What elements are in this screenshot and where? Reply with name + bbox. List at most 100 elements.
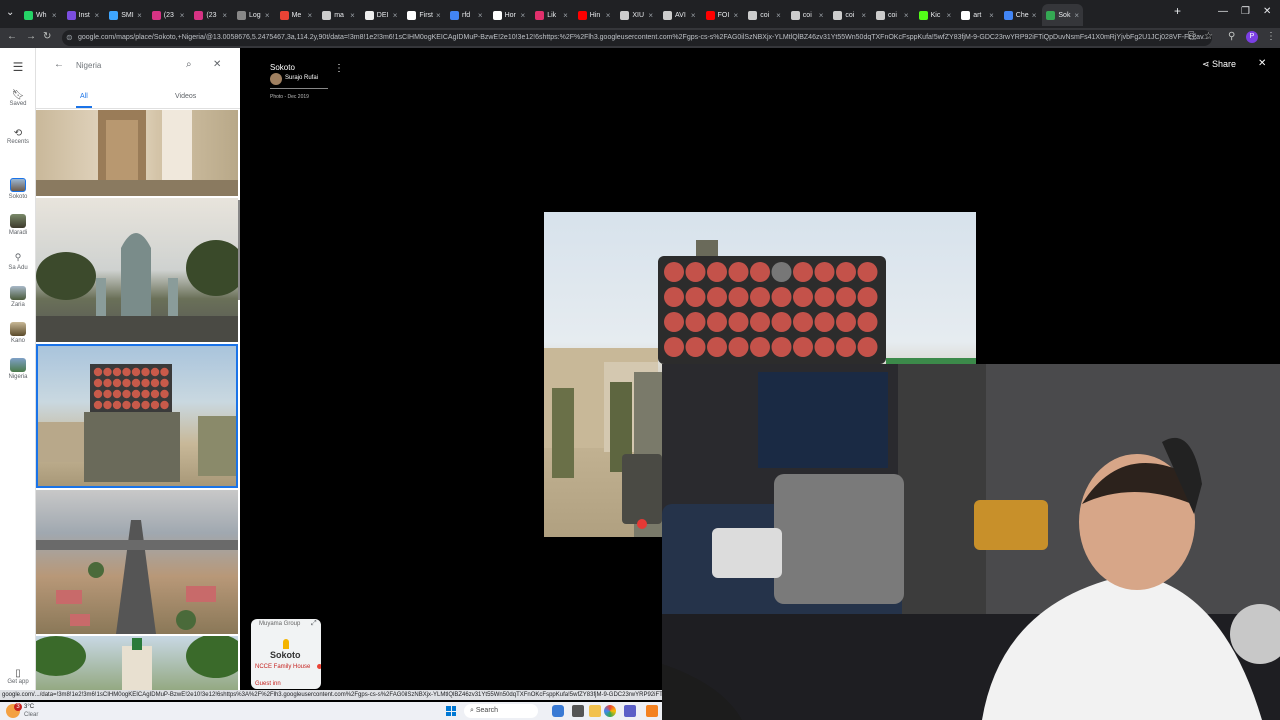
taskbar-search[interactable]: ⌕ Search bbox=[464, 704, 538, 718]
browser-tab[interactable]: AVI × bbox=[659, 4, 700, 26]
browser-tab[interactable]: Che × bbox=[1000, 4, 1041, 26]
tab-close-icon[interactable]: × bbox=[1074, 11, 1083, 20]
browser-menu-icon[interactable]: ⋮ bbox=[1266, 31, 1276, 42]
saved-button[interactable]: 🔖︎ Saved bbox=[0, 90, 36, 107]
tab-close-icon[interactable]: × bbox=[222, 11, 231, 20]
close-window-icon[interactable]: ✕ bbox=[1263, 6, 1271, 17]
minimap[interactable]: Muyama Group ⤢ Sokoto NCCE Family House … bbox=[251, 619, 321, 689]
browser-tab[interactable]: Hin × bbox=[574, 4, 615, 26]
copilot-icon[interactable] bbox=[552, 705, 564, 717]
back-icon[interactable]: ← bbox=[7, 31, 17, 42]
tab-close-icon[interactable]: × bbox=[393, 11, 402, 20]
recent-place-kano[interactable]: Kano bbox=[0, 322, 36, 344]
tab-close-icon[interactable]: × bbox=[52, 11, 61, 20]
forward-icon[interactable]: → bbox=[26, 31, 36, 42]
more-options-icon[interactable]: ⋮ bbox=[334, 63, 344, 74]
tab-close-icon[interactable]: × bbox=[95, 11, 104, 20]
task-view-icon[interactable] bbox=[572, 705, 584, 717]
tab-close-icon[interactable]: × bbox=[861, 11, 870, 20]
tab-all[interactable]: All bbox=[80, 93, 88, 100]
recent-place-sokoto[interactable]: Sokoto bbox=[0, 178, 36, 200]
tab-close-icon[interactable]: × bbox=[947, 11, 956, 20]
back-arrow-icon[interactable]: ← bbox=[54, 59, 64, 70]
menu-icon[interactable]: ☰ bbox=[0, 60, 36, 74]
browser-tab[interactable]: coi × bbox=[744, 4, 785, 26]
tab-close-icon[interactable]: × bbox=[1032, 11, 1041, 20]
address-bar[interactable]: ⊜ google.com/maps/place/Sokoto,+Nigeria/… bbox=[62, 30, 1212, 46]
bookmark-star-icon[interactable]: ☆ bbox=[1204, 31, 1213, 42]
browser-tab[interactable]: Log × bbox=[233, 4, 274, 26]
photo-thumbnail[interactable] bbox=[36, 198, 238, 342]
tab-close-icon[interactable]: × bbox=[521, 11, 530, 20]
file-explorer-icon[interactable] bbox=[589, 705, 601, 717]
browser-tab[interactable]: Me × bbox=[276, 4, 317, 26]
teams-icon[interactable] bbox=[624, 705, 636, 717]
browser-tab[interactable]: Kic × bbox=[915, 4, 956, 26]
recents-button[interactable]: ⟲ Recents bbox=[0, 128, 36, 145]
tab-close-icon[interactable]: × bbox=[606, 11, 615, 20]
share-button[interactable]: ⋖ Share bbox=[1202, 59, 1236, 70]
author-avatar[interactable] bbox=[270, 73, 282, 85]
chrome-icon[interactable] bbox=[604, 705, 616, 717]
browser-tab[interactable]: Hor × bbox=[489, 4, 530, 26]
app-icon[interactable] bbox=[646, 705, 658, 717]
tab-close-icon[interactable]: × bbox=[436, 11, 444, 20]
profile-avatar[interactable]: P bbox=[1246, 31, 1258, 43]
tab-close-icon[interactable]: × bbox=[989, 11, 998, 20]
tab-close-icon[interactable]: × bbox=[265, 11, 274, 20]
tab-close-icon[interactable]: × bbox=[648, 11, 657, 20]
browser-tab[interactable]: rfd × bbox=[446, 4, 487, 26]
windows-start-icon[interactable] bbox=[446, 706, 456, 716]
browser-tab[interactable]: Wh × bbox=[20, 4, 61, 26]
tab-close-icon[interactable]: × bbox=[776, 11, 785, 20]
browser-tab[interactable]: (23 × bbox=[148, 4, 189, 26]
browser-tab[interactable]: (23 × bbox=[190, 4, 231, 26]
browser-tab[interactable]: Lik × bbox=[531, 4, 572, 26]
tab-search-icon[interactable]: ⌄ bbox=[6, 7, 14, 18]
author-name[interactable]: Surajo Rufai bbox=[285, 75, 318, 81]
viewer-place-title[interactable]: Sokoto bbox=[270, 63, 295, 72]
tab-close-icon[interactable]: × bbox=[691, 11, 700, 20]
tab-close-icon[interactable]: × bbox=[308, 11, 317, 20]
browser-tab[interactable]: FOI × bbox=[702, 4, 743, 26]
browser-tab[interactable]: coi × bbox=[829, 4, 870, 26]
tab-close-icon[interactable]: × bbox=[180, 11, 189, 20]
browser-tab[interactable]: First × bbox=[403, 4, 444, 26]
browser-tab[interactable]: Inst × bbox=[63, 4, 104, 26]
reload-icon[interactable]: ↻ bbox=[43, 31, 51, 42]
tab-close-icon[interactable]: × bbox=[734, 11, 743, 20]
tab-close-icon[interactable]: × bbox=[819, 11, 828, 20]
recent-place-zaria[interactable]: Zaria bbox=[0, 286, 36, 308]
maximize-icon[interactable]: ❐ bbox=[1241, 6, 1250, 17]
browser-tab[interactable]: XIU × bbox=[616, 4, 657, 26]
tab-close-icon[interactable]: × bbox=[563, 11, 572, 20]
close-viewer-icon[interactable]: ✕ bbox=[1258, 58, 1266, 69]
browser-tab[interactable]: DEI × bbox=[361, 4, 402, 26]
recent-place-maradi[interactable]: Maradi bbox=[0, 214, 36, 236]
browser-tab[interactable]: art × bbox=[957, 4, 998, 26]
browser-tab[interactable]: coi × bbox=[872, 4, 913, 26]
recent-place-sa-adu[interactable]: ⚲ Sa Adu bbox=[0, 252, 36, 271]
browser-tab[interactable]: coi × bbox=[787, 4, 828, 26]
extensions-icon[interactable]: ⚲ bbox=[1228, 31, 1235, 42]
install-app-icon[interactable]: ⎘ bbox=[1188, 31, 1196, 42]
browser-tab[interactable]: Sok × bbox=[1042, 4, 1083, 26]
photo-thumbnail[interactable] bbox=[36, 490, 238, 634]
tab-close-icon[interactable]: × bbox=[478, 11, 487, 20]
site-info-icon[interactable]: ⊜ bbox=[66, 30, 73, 46]
browser-tab[interactable]: ma × bbox=[318, 4, 359, 26]
tab-close-icon[interactable]: × bbox=[137, 11, 146, 20]
photo-thumbnail-selected[interactable] bbox=[36, 344, 238, 488]
browser-tab[interactable]: SMI × bbox=[105, 4, 146, 26]
get-app-button[interactable]: ▯ Get app bbox=[0, 668, 36, 685]
recent-place-nigeria[interactable]: Nigeria bbox=[0, 358, 36, 380]
minimize-icon[interactable]: — bbox=[1218, 6, 1228, 17]
tab-close-icon[interactable]: × bbox=[904, 11, 913, 20]
search-icon[interactable]: ⌕ bbox=[186, 59, 192, 70]
expand-map-icon[interactable]: ⤢ bbox=[311, 620, 317, 628]
new-tab-button[interactable]: + bbox=[1174, 4, 1181, 18]
clear-search-icon[interactable]: ✕ bbox=[213, 59, 221, 70]
tab-close-icon[interactable]: × bbox=[350, 11, 359, 20]
photo-thumbnail[interactable] bbox=[36, 110, 238, 196]
tab-videos[interactable]: Videos bbox=[175, 93, 196, 100]
